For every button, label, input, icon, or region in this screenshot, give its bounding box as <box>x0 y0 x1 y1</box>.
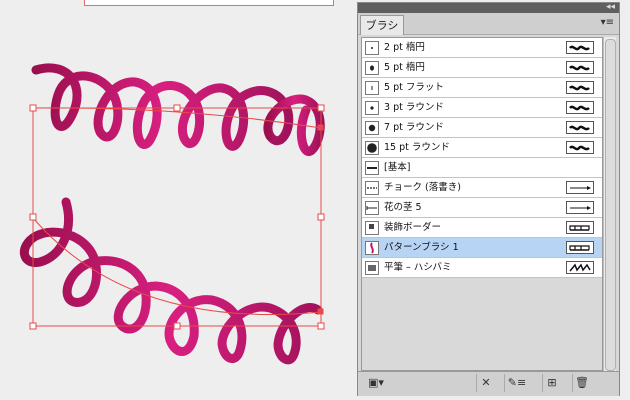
brush-type-calligraphic-icon <box>566 141 594 154</box>
artwork[interactable] <box>0 0 355 400</box>
brush-type-pattern-icon <box>566 221 594 234</box>
artboard-canvas[interactable] <box>0 0 355 400</box>
remove-brush-stroke-icon[interactable]: ✕ <box>476 374 495 392</box>
brush-type-art-icon <box>566 181 594 194</box>
brush-label: 装飾ボーダー <box>384 222 442 233</box>
brush-type-calligraphic-icon <box>566 121 594 134</box>
panel-bottom-toolbar: ▣▾ ✕ ✎≡ ⊞ 🗑 <box>358 371 619 396</box>
new-brush-icon[interactable]: ⊞ <box>542 374 561 392</box>
brush-thumbnail-icon <box>365 201 379 215</box>
brush-row[interactable]: 平筆 – ハシバミ <box>362 258 602 278</box>
brush-row[interactable]: パターンブラシ 1 <box>362 238 602 258</box>
brush-thumbnail-icon <box>365 181 379 195</box>
brush-label: 平筆 – ハシバミ <box>384 262 452 273</box>
brush-row[interactable]: 15 pt ラウンド <box>362 138 602 158</box>
brush-options-icon[interactable]: ✎≡ <box>504 374 529 392</box>
panel-tab-row: ブラシ ▾≡ <box>358 13 619 35</box>
brush-thumbnail-icon <box>365 221 379 235</box>
brush-thumbnail-icon <box>365 261 379 275</box>
brush-label: パターンブラシ 1 <box>384 242 459 253</box>
brush-label: 5 pt 楕円 <box>384 62 425 73</box>
brush-row[interactable]: 3 pt ラウンド <box>362 98 602 118</box>
brush-type-calligraphic-icon <box>566 101 594 114</box>
brush-row[interactable]: [基本] <box>362 158 602 178</box>
brush-thumbnail-icon <box>365 241 379 255</box>
brush-thumbnail-icon <box>365 41 379 55</box>
tab-brushes[interactable]: ブラシ <box>360 15 404 35</box>
brush-thumbnail-icon <box>365 101 379 115</box>
brushes-panel: ◂◂ ブラシ ▾≡ 2 pt 楕円 5 pt 楕円 5 pt フラット 3 pt ラウ… <box>357 2 620 396</box>
brush-row[interactable]: 7 pt ラウンド <box>362 118 602 138</box>
brush-label: [基本] <box>384 162 411 173</box>
brush-type-calligraphic-icon <box>566 41 594 54</box>
brush-row[interactable]: 5 pt 楕円 <box>362 58 602 78</box>
brush-list: 2 pt 楕円 5 pt 楕円 5 pt フラット 3 pt ラウンド 7 pt ラウン… <box>361 37 603 371</box>
delete-brush-icon[interactable]: 🗑 <box>572 374 591 392</box>
brush-row[interactable]: 装飾ボーダー <box>362 218 602 238</box>
brush-label: 3 pt ラウンド <box>384 102 444 113</box>
brush-thumbnail-icon <box>365 161 379 175</box>
brush-row[interactable]: 花の茎 5 <box>362 198 602 218</box>
brush-label: 7 pt ラウンド <box>384 122 444 133</box>
scrollbar-thumb[interactable] <box>605 39 616 371</box>
brush-row[interactable]: チョーク (落書き) <box>362 178 602 198</box>
scrollbar[interactable] <box>603 37 616 371</box>
collapse-panel-icon[interactable]: ◂◂ <box>606 1 615 13</box>
panel-title-bar[interactable]: ◂◂ <box>358 1 619 13</box>
brush-type-calligraphic-icon <box>566 81 594 94</box>
brush-row[interactable]: 2 pt 楕円 <box>362 38 602 58</box>
brush-thumbnail-icon <box>365 121 379 135</box>
brush-thumbnail-icon <box>365 61 379 75</box>
panel-menu-icon[interactable]: ▾≡ <box>601 18 614 28</box>
brush-thumbnail-icon <box>365 141 379 155</box>
brush-label: 15 pt ラウンド <box>384 142 450 153</box>
brush-row[interactable]: 5 pt フラット <box>362 78 602 98</box>
brush-label: 5 pt フラット <box>384 82 444 93</box>
brush-type-bristle-icon <box>566 261 594 274</box>
bottom-spring-path <box>20 197 323 365</box>
brush-label: 2 pt 楕円 <box>384 42 425 53</box>
brush-type-calligraphic-icon <box>566 61 594 74</box>
brush-type-pattern-icon <box>566 241 594 254</box>
brush-label: 花の茎 5 <box>384 202 422 213</box>
brush-thumbnail-icon <box>365 81 379 95</box>
brush-label: チョーク (落書き) <box>384 182 461 193</box>
brush-type-art-icon <box>566 201 594 214</box>
brush-libraries-menu-icon[interactable]: ▣▾ <box>364 374 388 392</box>
